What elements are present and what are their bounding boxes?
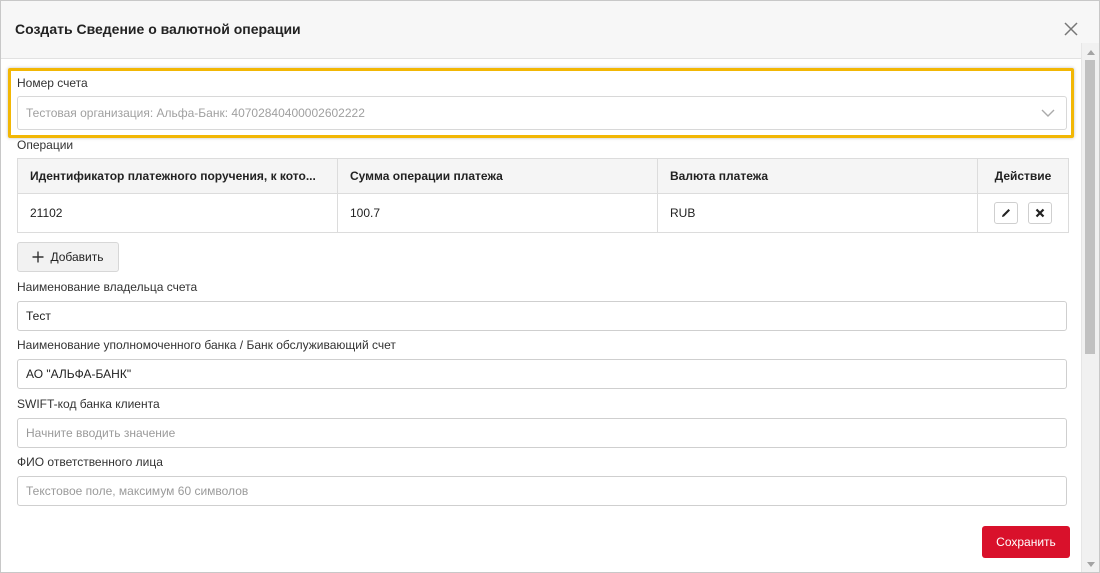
plus-icon (32, 251, 44, 263)
swift-label: SWIFT-код банка клиента (17, 397, 160, 411)
table-row: 21102 100.7 RUB (17, 193, 1069, 233)
cell-actions (977, 193, 1069, 233)
dialog: Создать Сведение о валютной операции Ном… (0, 0, 1100, 573)
responsible-person-field[interactable]: Текстовое поле, максимум 60 символов (17, 476, 1067, 506)
swift-field[interactable]: Начните вводить значение (17, 418, 1067, 448)
account-label: Номер счета (17, 76, 88, 90)
account-select[interactable]: Тестовая организация: Альфа-Банк: 407028… (17, 96, 1067, 130)
dialog-footer: Сохранить (1, 507, 1083, 572)
scroll-down-button[interactable] (1082, 556, 1099, 572)
scrollbar-thumb[interactable] (1085, 60, 1095, 354)
pencil-icon (1002, 209, 1011, 217)
bank-name-label: Наименование уполномоченного банка / Бан… (17, 338, 396, 352)
cross-icon (1035, 208, 1044, 218)
dialog-title: Создать Сведение о валютной операции (15, 21, 301, 37)
dialog-header: Создать Сведение о валютной операции (1, 1, 1099, 59)
column-header-amount[interactable]: Сумма операции платежа (337, 158, 658, 194)
responsible-person-label: ФИО ответственного лица (17, 455, 163, 469)
column-header-action: Действие (977, 158, 1069, 194)
close-icon (1064, 22, 1078, 36)
cell-currency: RUB (657, 193, 978, 233)
owner-name-label: Наименование владельца счета (17, 280, 198, 294)
dialog-body: Номер счета Тестовая организация: Альфа-… (1, 59, 1083, 507)
bank-name-field[interactable]: АО "АЛЬФА-БАНК" (17, 359, 1067, 389)
chevron-down-icon (1041, 109, 1055, 117)
scroll-up-button[interactable] (1082, 43, 1099, 60)
add-operation-label: Добавить (50, 250, 104, 264)
cell-payment-id: 21102 (17, 193, 338, 233)
scroll-down-arrow-icon (1086, 561, 1095, 567)
edit-button[interactable] (994, 202, 1019, 224)
cell-amount: 100.7 (337, 193, 658, 233)
operations-table: Идентификатор платежного поручения, к ко… (17, 158, 1069, 233)
delete-button[interactable] (1027, 202, 1052, 224)
column-header-currency[interactable]: Валюта платежа (657, 158, 978, 194)
save-button[interactable]: Сохранить (982, 526, 1070, 558)
table-header-row: Идентификатор платежного поручения, к ко… (17, 158, 1069, 194)
scroll-up-arrow-icon (1086, 49, 1095, 55)
close-button[interactable] (1059, 17, 1083, 41)
column-header-payment-id[interactable]: Идентификатор платежного поручения, к ко… (17, 158, 338, 194)
vertical-scrollbar[interactable] (1081, 43, 1099, 572)
add-operation-button[interactable]: Добавить (17, 242, 119, 272)
owner-name-field[interactable]: Тест (17, 301, 1067, 331)
account-select-value: Тестовая организация: Альфа-Банк: 407028… (26, 106, 365, 120)
operations-label: Операции (17, 138, 74, 152)
